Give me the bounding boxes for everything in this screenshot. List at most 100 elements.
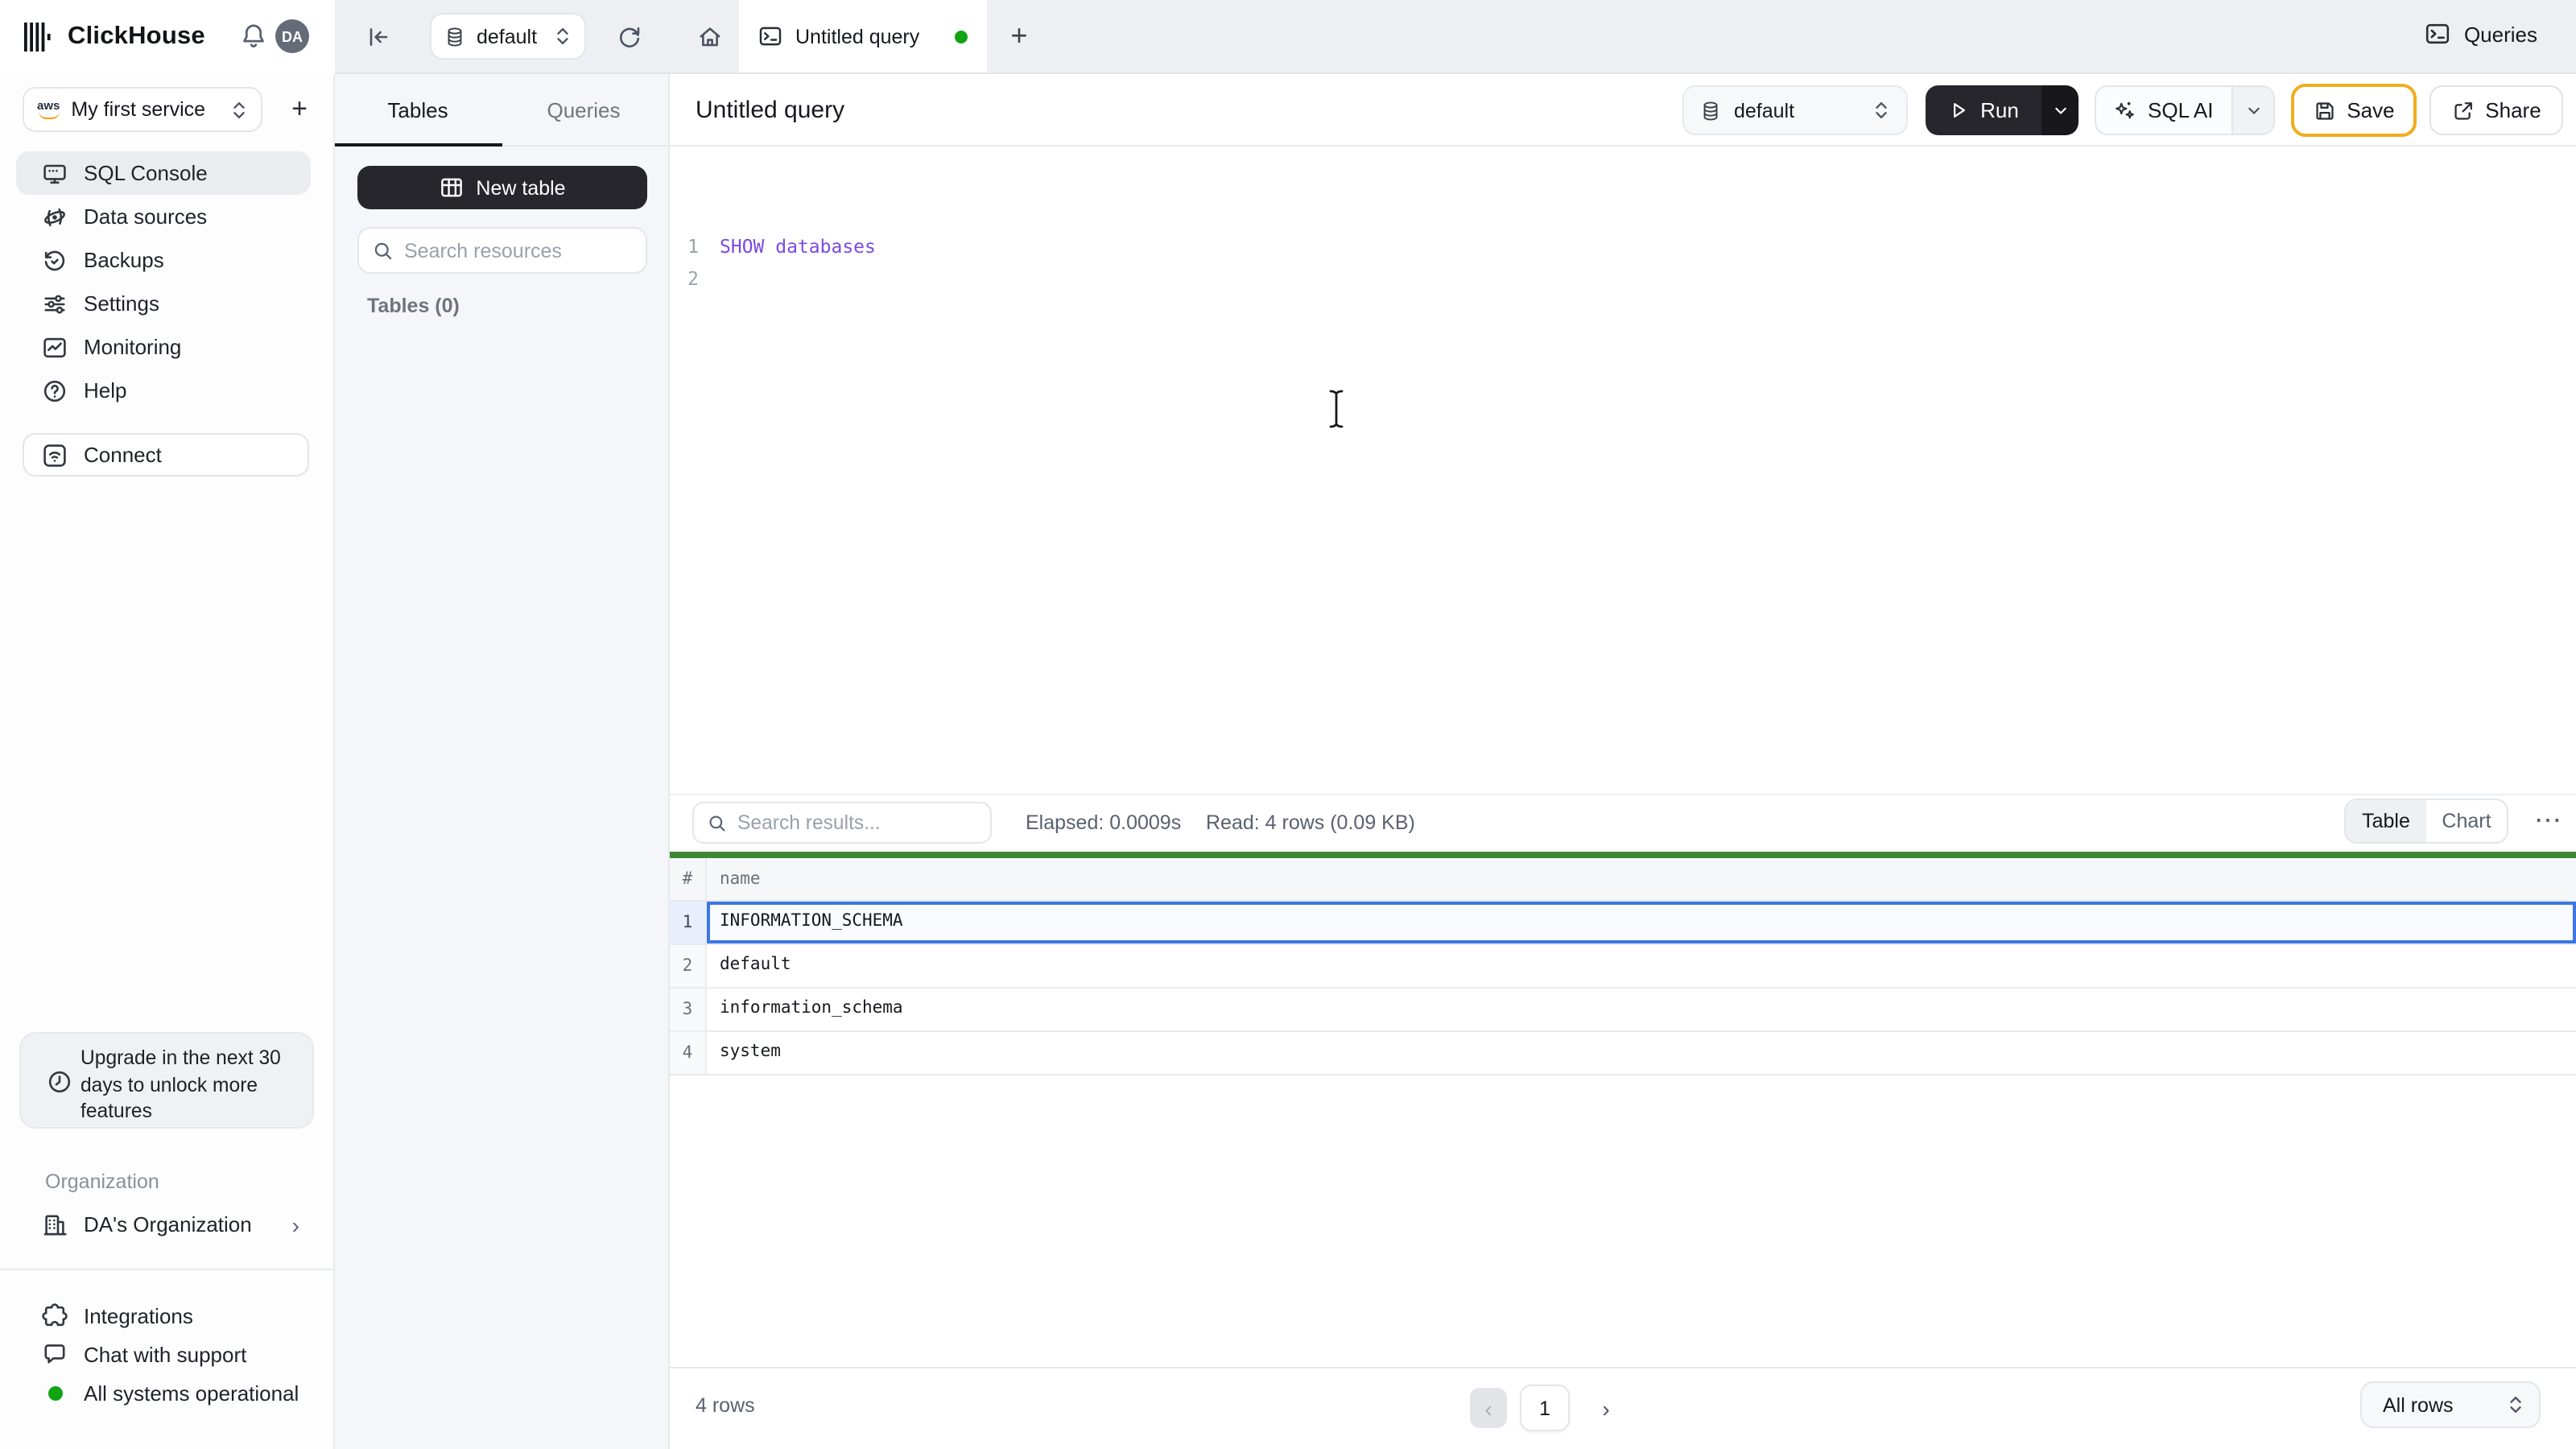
new-tab-button[interactable]: + [1003,18,1035,53]
table-row[interactable]: 2 default [670,945,2576,989]
results-menu-icon[interactable]: ⋯ [2526,799,2571,844]
rows-count-label: 4 rows [696,1394,755,1417]
sidebar-item-monitoring[interactable]: Monitoring [16,325,311,369]
aws-logo: aws [37,100,60,119]
sql-ai-button[interactable]: SQL AI [2096,87,2231,134]
chevron-updown-icon [557,28,568,44]
tab-tables[interactable]: Tables [335,73,501,146]
explorer-tabs: Tables Queries [335,74,668,147]
add-service-button[interactable]: + [283,92,316,127]
home-tab[interactable] [679,0,739,72]
tab-strip: default Untitled query + Queries [335,0,2576,74]
queries-button[interactable]: Queries [2425,21,2537,47]
sparkles-icon [2116,101,2134,119]
save-floppy-icon [2315,101,2333,119]
query-database-selector[interactable]: default [1682,85,1908,135]
chevron-updown-icon [1876,102,1887,118]
organization-item[interactable]: DA's Organization › [16,1204,319,1245]
editor-line: 2 [670,262,720,295]
database-selector[interactable]: default [430,13,586,60]
sql-editor[interactable]: 1 SHOW databases 2 [670,147,2576,794]
search-results-input[interactable] [737,811,990,834]
organization-section-label: Organization [45,1170,159,1193]
pagination-next-button[interactable]: › [1587,1388,1624,1428]
cell-name[interactable]: default [707,945,2576,987]
page-size-selector[interactable]: All rows [2360,1381,2541,1428]
brand-name: ClickHouse [68,23,205,50]
query-workspace: Untitled query default Run SQL AI Save S… [670,74,2576,1449]
save-button[interactable]: Save [2291,84,2417,137]
search-resources-box[interactable] [357,227,647,274]
tab-queries[interactable]: Queries [501,73,667,146]
sidebar-item-integrations[interactable]: Integrations [16,1296,319,1335]
help-icon [43,379,66,402]
pagination-current-page[interactable]: 1 [1520,1385,1570,1431]
sidebar-item-sql-console[interactable]: SQL Console [16,151,311,195]
view-toggle-chart[interactable]: Chart [2426,800,2507,842]
sidebar-item-settings[interactable]: Settings [16,282,311,325]
text-cursor [1329,390,1344,428]
status-green-dot [47,1385,62,1400]
query-header: Untitled query default Run SQL AI Save S… [670,74,2576,147]
read-rows-label: Read: 4 rows (0.09 KB) [1206,811,1415,834]
cell-name[interactable]: system [707,1032,2576,1074]
tab-title: Untitled query [795,25,920,47]
chat-bubble-icon [44,1344,65,1364]
sql-ai-options-button[interactable] [2231,87,2273,134]
queries-label: Queries [2463,22,2537,46]
sidebar-item-backups[interactable]: Backups [16,238,311,282]
chevron-down-icon [2054,106,2066,114]
database-icon [1703,101,1718,120]
refresh-icon[interactable] [617,24,642,50]
chevron-updown-icon [233,101,245,118]
puzzle-icon [42,1303,68,1327]
settings-icon [44,294,65,313]
database-selector-value: default [477,25,538,47]
sidebar-item-data-sources[interactable]: Data sources [16,195,311,238]
search-results-box[interactable] [692,802,992,844]
table-grid-icon [440,178,462,197]
page-size-value: All rows [2383,1393,2454,1416]
table-row[interactable]: 1 INFORMATION_SCHEMA [670,902,2576,945]
tab-untitled-query[interactable]: Untitled query [739,0,987,72]
new-table-button[interactable]: New table [357,166,647,209]
elapsed-label: Elapsed: 0.0009s [1026,811,1182,834]
search-resources-input[interactable] [404,239,646,262]
sidebar-item-help[interactable]: Help [16,369,311,412]
results-table-header: # name [670,858,2576,902]
query-database-value: default [1734,99,1795,122]
sql-console-icon [43,163,66,184]
view-toggle-table[interactable]: Table [2346,800,2426,842]
run-button-group: Run [1926,85,2079,135]
upgrade-notice[interactable]: Upgrade in the next 30 days to unlock mo… [19,1032,314,1129]
table-row[interactable]: 3 information_schema [670,989,2576,1032]
terminal-icon [2426,23,2450,44]
search-icon [709,815,725,831]
connect-button[interactable]: Connect [23,433,309,477]
share-button[interactable]: Share [2429,85,2563,135]
notifications-bell-icon[interactable] [240,23,267,50]
resource-explorer: Tables Queries New table Tables (0) [335,74,670,1449]
search-icon [374,242,392,259]
collapse-sidebar-icon[interactable] [365,24,391,50]
cell-name[interactable]: information_schema [707,989,2576,1030]
table-row[interactable]: 4 system [670,1032,2576,1075]
cell-name[interactable]: INFORMATION_SCHEMA [707,902,2576,943]
name-column-header[interactable]: name [707,858,761,900]
pagination-prev-button[interactable]: ‹ [1470,1388,1507,1428]
terminal-icon [759,27,782,46]
run-button[interactable]: Run [1926,85,2041,135]
sidebar-item-chat-support[interactable]: Chat with support [16,1335,319,1373]
view-toggle: Table Chart [2344,799,2508,844]
chevron-updown-icon [2510,1397,2521,1413]
line-number: 2 [687,267,699,290]
user-avatar[interactable]: DA [275,19,309,53]
service-selector[interactable]: aws My first service [23,87,262,132]
top-bar: ClickHouse DA default Untitled query + Q… [0,0,2576,74]
query-title[interactable]: Untitled query [696,97,844,124]
editor-line: 1 SHOW databases [670,230,876,262]
sidebar-item-system-status[interactable]: All systems operational [16,1373,319,1412]
backups-icon [44,250,65,270]
run-options-button[interactable] [2041,85,2079,135]
chevron-down-icon [2248,106,2259,114]
